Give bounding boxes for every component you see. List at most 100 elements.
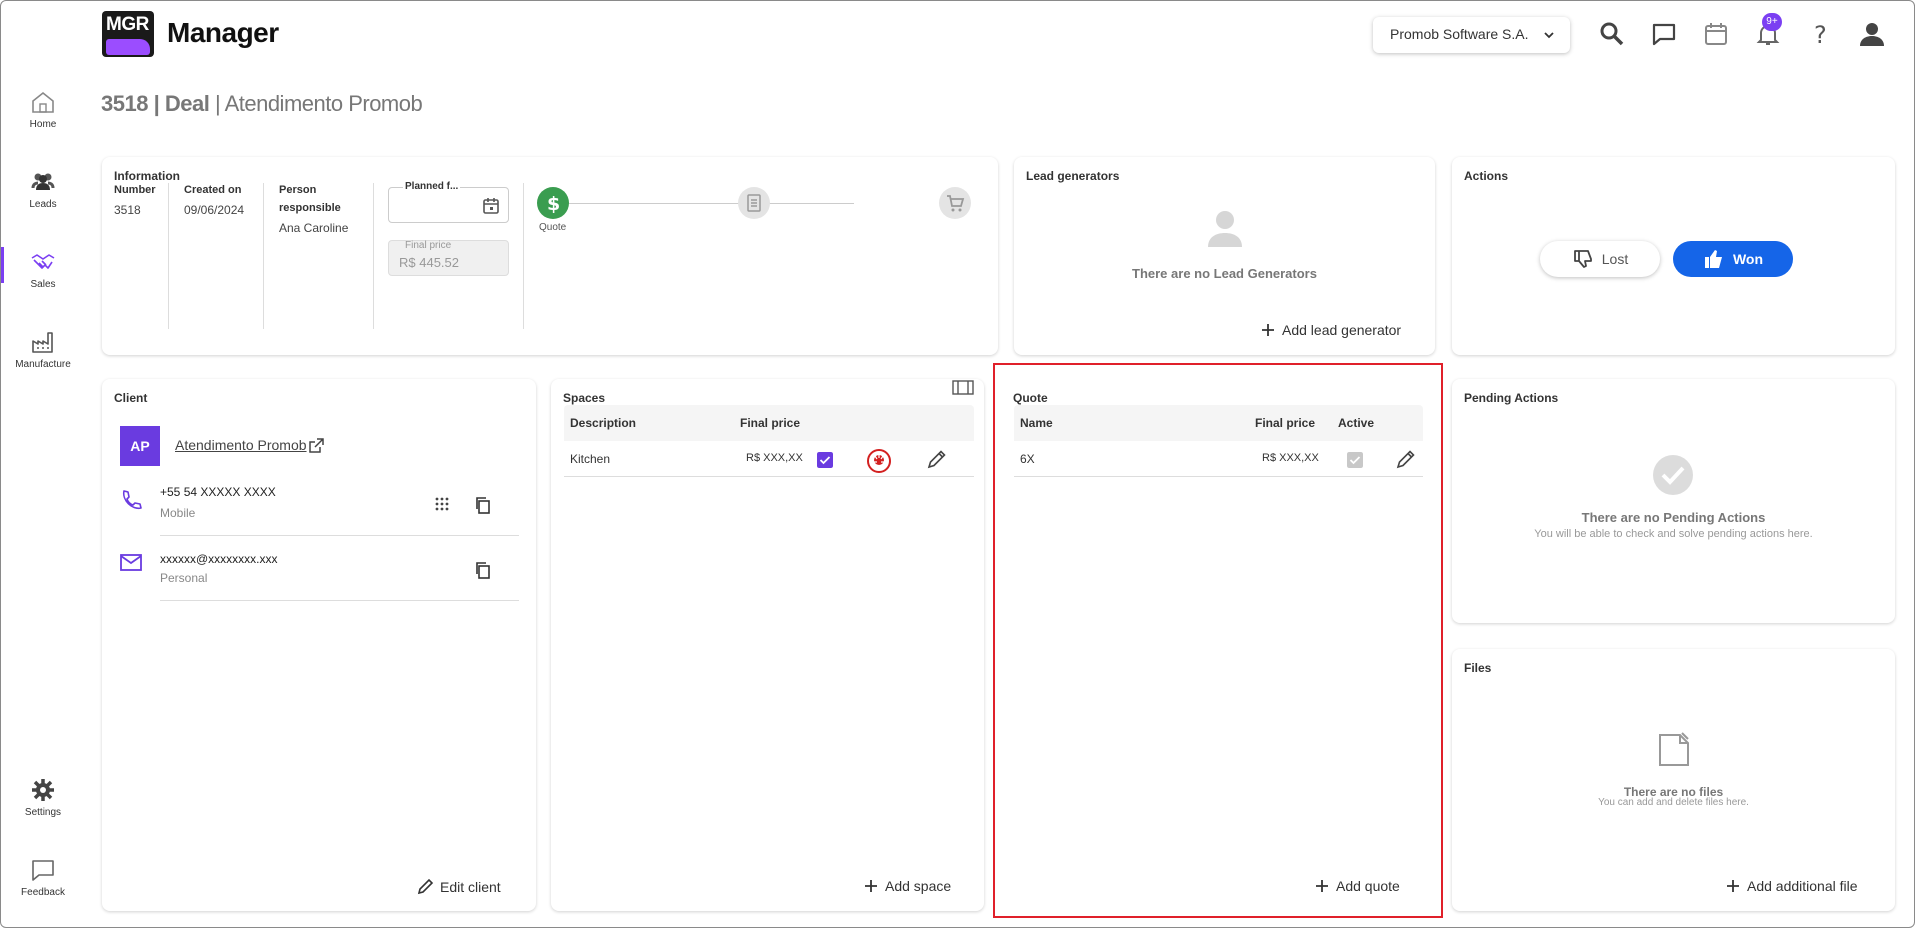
pencil-icon bbox=[417, 878, 434, 895]
add-quote-button[interactable]: Add quote bbox=[1314, 878, 1400, 894]
files-title: Files bbox=[1464, 661, 1492, 675]
table-row[interactable]: Kitchen R$ XXX,XX bbox=[564, 441, 974, 477]
nav-label-feedback: Feedback bbox=[21, 887, 65, 898]
people-icon bbox=[31, 173, 55, 190]
client-email-type: Personal bbox=[160, 571, 208, 585]
pending-actions-card: Pending Actions There are no Pending Act… bbox=[1452, 379, 1895, 623]
client-phone: +55 54 XXXXX XXXX bbox=[160, 485, 276, 499]
nav-item-feedback[interactable]: Feedback bbox=[1, 857, 85, 898]
calendar-icon[interactable] bbox=[482, 197, 500, 215]
nav-label-sales: Sales bbox=[30, 279, 56, 290]
add-space-button[interactable]: Add space bbox=[863, 878, 951, 894]
lead-generators-title: Lead generators bbox=[1026, 169, 1120, 183]
company-select[interactable]: Promob Software S.A. bbox=[1373, 17, 1570, 53]
information-card: Information Number 3518 Created on 09/06… bbox=[102, 157, 998, 355]
pending-sub: You will be able to check and solve pend… bbox=[1534, 528, 1813, 540]
nav-item-manufacture[interactable]: Manufacture bbox=[1, 329, 85, 370]
factory-icon bbox=[32, 332, 53, 353]
check-circle-icon bbox=[1653, 455, 1693, 495]
phone-icon bbox=[122, 490, 142, 510]
email-icon bbox=[120, 554, 142, 571]
pencil-icon[interactable] bbox=[926, 448, 948, 470]
svg-text:$: $ bbox=[547, 193, 560, 215]
client-card: Client bbox=[102, 379, 536, 911]
dollar-icon[interactable]: $ bbox=[537, 187, 569, 219]
active-checkbox[interactable] bbox=[1347, 452, 1363, 468]
page-title: 3518 | Deal | Atendimento Promob bbox=[101, 91, 423, 116]
lead-generators-card: Lead generators There are no Lead Genera… bbox=[1014, 157, 1435, 355]
person-placeholder-icon bbox=[1208, 211, 1242, 247]
copy-icon[interactable] bbox=[474, 561, 492, 579]
search-icon[interactable] bbox=[1597, 19, 1627, 49]
client-title: Client bbox=[114, 391, 148, 405]
pending-actions-title: Pending Actions bbox=[1464, 391, 1559, 405]
side-nav: Home Leads Sales Manufacture Settings Fe… bbox=[1, 71, 85, 927]
lost-button[interactable]: Lost bbox=[1540, 241, 1660, 277]
files-card: Files There are no files You can add and… bbox=[1452, 649, 1895, 911]
nav-label-home: Home bbox=[29, 119, 57, 130]
nav-item-leads[interactable]: Leads bbox=[1, 169, 85, 210]
add-additional-file-button[interactable]: Add additional file bbox=[1725, 878, 1858, 894]
final-price-field: Final price R$ 445.52 bbox=[388, 240, 509, 276]
avatar: AP bbox=[120, 426, 160, 466]
files-sub: You can add and delete files here. bbox=[1598, 797, 1749, 808]
gear-icon bbox=[32, 779, 54, 801]
plus-icon bbox=[865, 880, 877, 892]
client-name-link[interactable]: Atendimento Promob bbox=[175, 437, 307, 453]
edit-client-button[interactable]: Edit client bbox=[416, 878, 501, 896]
pending-empty: There are no Pending Actions bbox=[1581, 510, 1766, 525]
svg-text:?: ? bbox=[1814, 21, 1827, 49]
step-label-quote: Quote bbox=[539, 222, 567, 233]
pencil-icon[interactable] bbox=[1395, 448, 1417, 470]
app-title: Manager bbox=[167, 17, 279, 48]
planned-date-field[interactable]: Planned f... bbox=[388, 181, 509, 223]
nav-item-settings[interactable]: Settings bbox=[1, 777, 85, 818]
quote-table-header: Name Final price Active bbox=[1014, 405, 1423, 441]
nav-label-manufacture: Manufacture bbox=[15, 359, 71, 370]
deal-type: Deal bbox=[164, 91, 210, 116]
lead-generators-empty: There are no Lead Generators bbox=[1132, 266, 1317, 281]
notification-badge: 9+ bbox=[1762, 13, 1782, 31]
help-icon[interactable]: ? bbox=[1805, 19, 1835, 49]
app-logo[interactable]: MGR bbox=[102, 11, 154, 57]
nav-item-home[interactable]: Home bbox=[1, 89, 85, 130]
client-phone-type: Mobile bbox=[160, 506, 196, 520]
info-created: Created on 09/06/2024 bbox=[184, 184, 245, 217]
logo-text: MGR bbox=[106, 14, 149, 35]
render-icon[interactable] bbox=[866, 448, 892, 474]
document-icon[interactable] bbox=[738, 187, 770, 219]
chat-icon[interactable] bbox=[1649, 19, 1679, 49]
add-lead-generator-button[interactable]: Add lead generator bbox=[1260, 322, 1401, 338]
nav-item-sales[interactable]: Sales bbox=[1, 247, 85, 290]
won-button[interactable]: Won bbox=[1673, 241, 1793, 277]
dialpad-icon[interactable] bbox=[434, 497, 450, 513]
spaces-title: Spaces bbox=[563, 391, 606, 405]
thumbs-down-icon bbox=[1573, 250, 1592, 268]
account-icon[interactable] bbox=[1857, 19, 1887, 49]
nav-label-settings: Settings bbox=[24, 807, 62, 818]
home-icon bbox=[32, 91, 54, 113]
space-checkbox[interactable] bbox=[817, 452, 833, 468]
company-select-value: Promob Software S.A. bbox=[1390, 26, 1529, 42]
plus-icon bbox=[1727, 880, 1739, 892]
cart-icon[interactable] bbox=[939, 187, 971, 219]
info-number: Number 3518 bbox=[114, 184, 156, 217]
actions-title: Actions bbox=[1464, 169, 1509, 183]
quote-title: Quote bbox=[1013, 391, 1048, 405]
file-icon bbox=[1659, 732, 1689, 766]
calendar-icon[interactable] bbox=[1701, 19, 1731, 49]
spaces-table-header: Description Final price bbox=[564, 405, 974, 441]
external-link-icon[interactable] bbox=[307, 437, 325, 455]
client-email: xxxxxx@xxxxxxxx.xxx bbox=[160, 552, 278, 566]
plus-icon bbox=[1262, 324, 1274, 336]
thumbs-up-icon bbox=[1704, 250, 1722, 268]
handshake-icon bbox=[31, 254, 55, 269]
deal-number: 3518 bbox=[101, 91, 148, 116]
chevron-down-icon bbox=[1544, 32, 1554, 39]
deal-name: Atendimento Promob bbox=[224, 91, 423, 116]
plus-icon bbox=[1316, 880, 1328, 892]
copy-icon[interactable] bbox=[474, 496, 492, 514]
app-window: MGR Manager Promob Software S.A. 9+ ? Ho… bbox=[0, 0, 1915, 928]
nav-label-leads: Leads bbox=[29, 199, 57, 210]
columns-icon[interactable] bbox=[952, 379, 974, 397]
